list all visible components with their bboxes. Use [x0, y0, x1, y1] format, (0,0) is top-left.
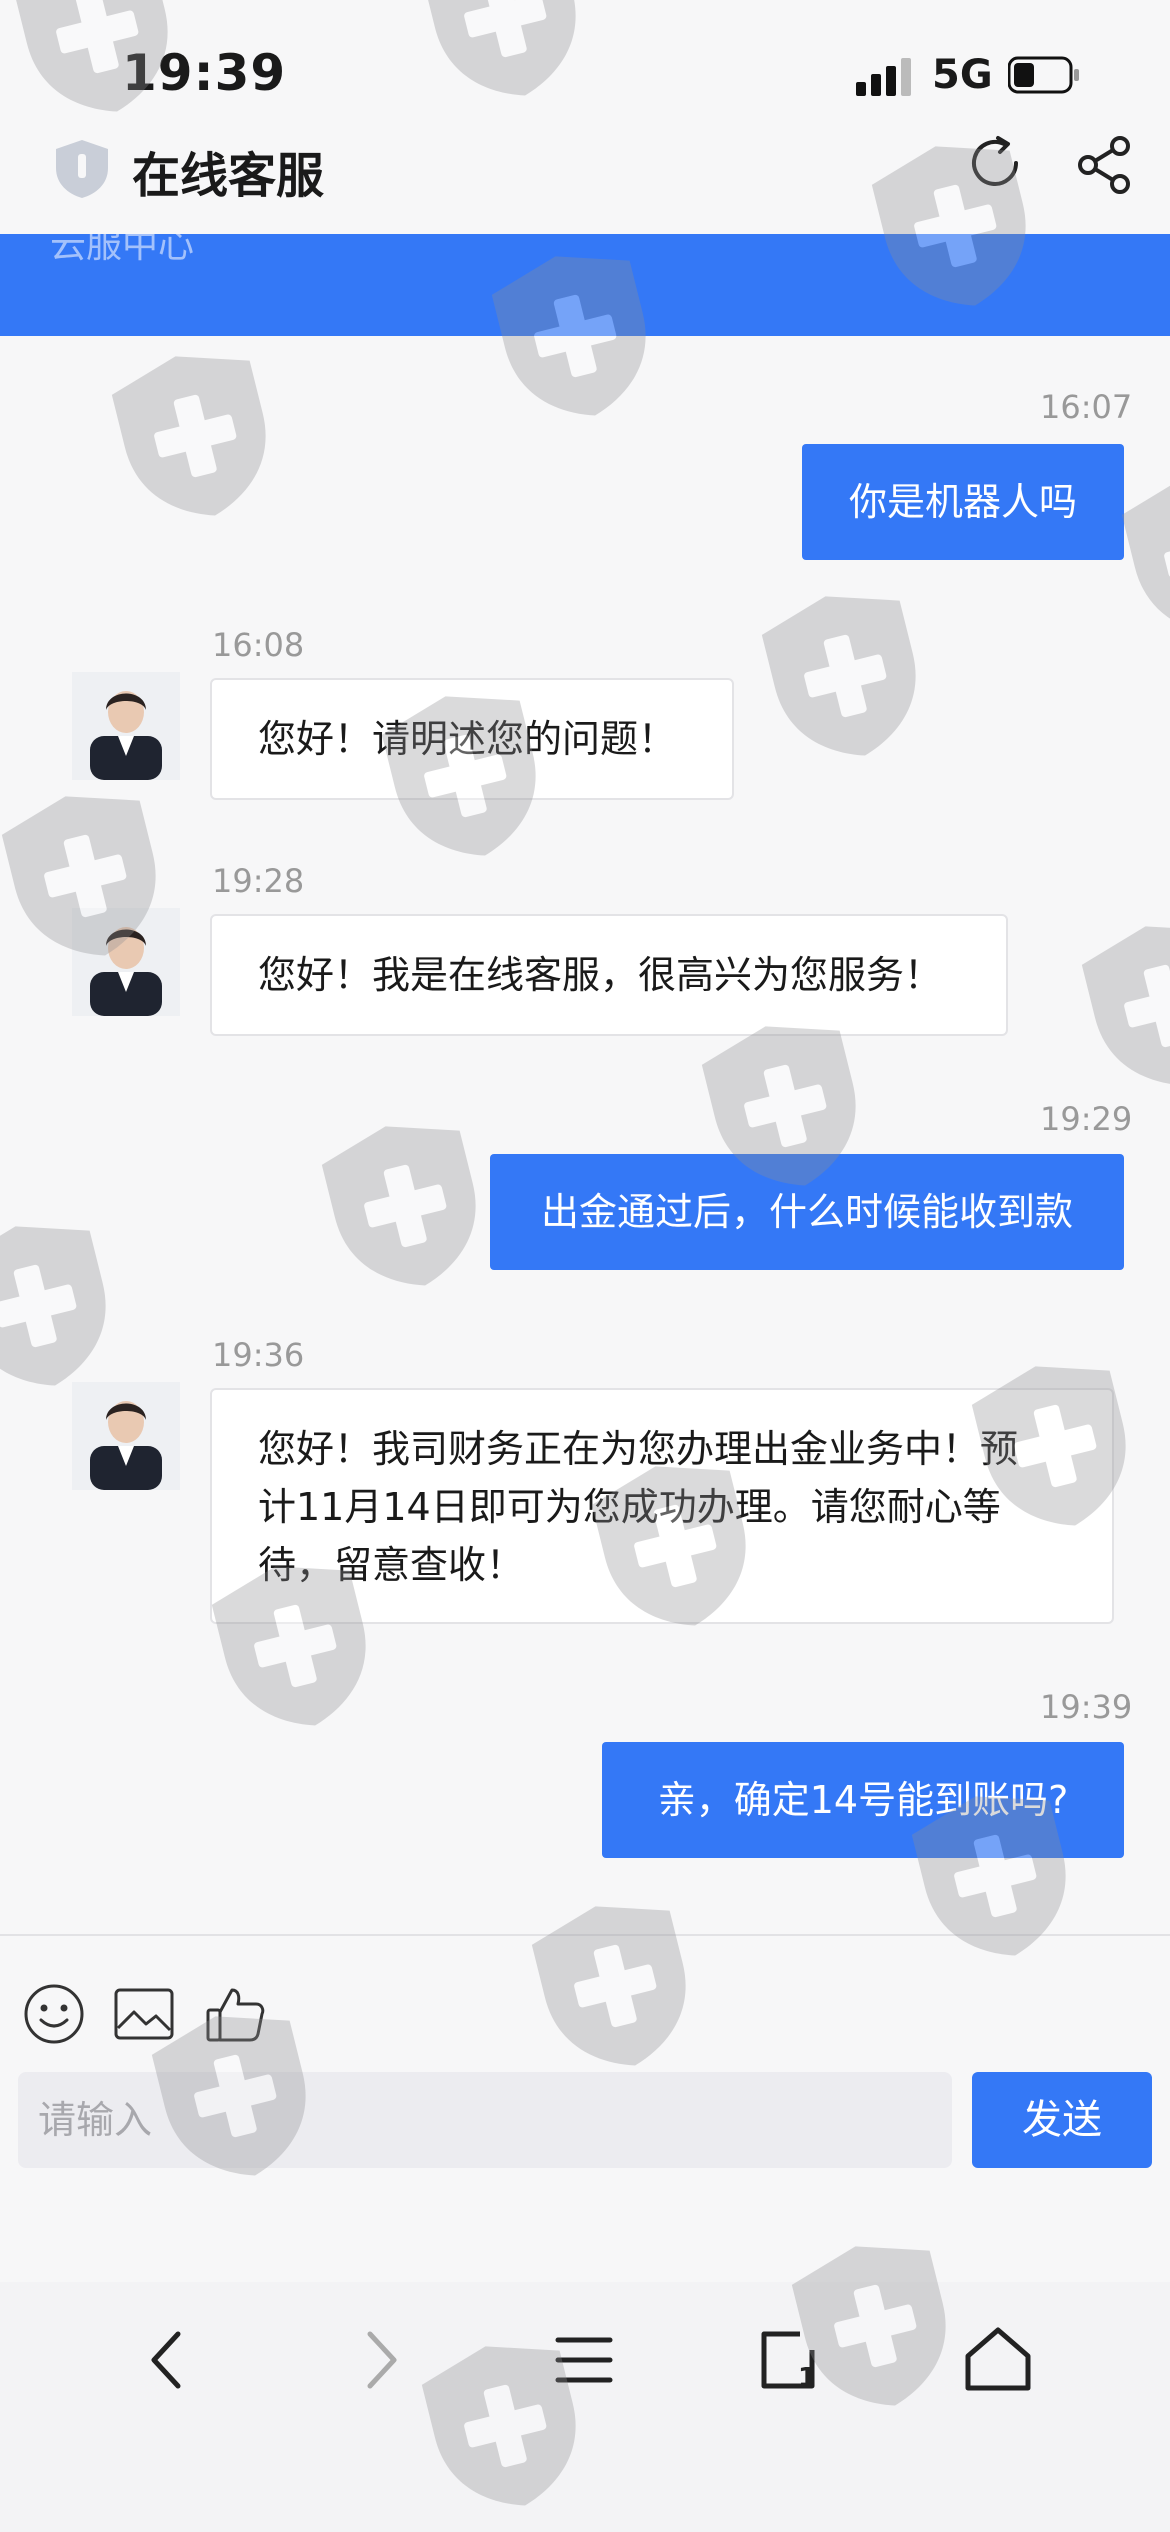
watermark-icon [1076, 909, 1170, 1103]
status-bar: 19:39 5G [0, 0, 1170, 140]
message-timestamp: 16:08 [212, 626, 305, 664]
message-timestamp: 19:28 [212, 862, 305, 900]
message-timestamp: 19:29 [1040, 1100, 1133, 1138]
tabs-icon[interactable]: 1 [752, 2320, 832, 2400]
svg-text:1: 1 [798, 2363, 816, 2393]
agent-avatar [72, 672, 180, 780]
page-title: 在线客服 [132, 148, 325, 204]
composer-divider [0, 1934, 1170, 1936]
message-timestamp: 19:39 [1040, 1688, 1133, 1726]
incoming-message-bubble: 您好！我司财务正在为您办理出金业务中！预 计11月14日即可为您成功办理。请您耐… [210, 1388, 1114, 1624]
clock: 19:39 [122, 44, 287, 102]
signal-icon [856, 58, 911, 96]
incoming-message-bubble: 您好！我是在线客服，很高兴为您服务！ [210, 914, 1008, 1036]
message-timestamp: 19:36 [212, 1336, 305, 1374]
battery-icon [1008, 56, 1079, 94]
outgoing-message-bubble: 亲，确定14号能到账吗? [602, 1742, 1124, 1858]
nav-bar: 在线客服 [0, 120, 1170, 234]
watermark-icon [526, 1889, 704, 2083]
menu-icon[interactable] [544, 2320, 624, 2400]
agent-avatar [72, 1382, 180, 1490]
message-line: 您好！我司财务正在为您办理出金业务中！预 [258, 1427, 1019, 1471]
message-line: 计11月14日即可为您成功办理。请您耐心等 [258, 1485, 1001, 1529]
emoji-icon[interactable] [22, 1982, 86, 2046]
reload-icon[interactable] [964, 132, 1026, 194]
watermark-icon [0, 1209, 124, 1403]
incoming-message-bubble: 您好！请明述您的问题！ [210, 678, 734, 800]
message-input[interactable]: 请输入 [18, 2072, 952, 2168]
thumbs-up-icon[interactable] [204, 1982, 268, 2046]
home-icon[interactable] [958, 2320, 1038, 2400]
image-icon[interactable] [112, 1982, 176, 2046]
message-timestamp: 16:07 [1040, 388, 1133, 426]
send-button[interactable]: 发送 [972, 2072, 1152, 2168]
outgoing-message-bubble: 你是机器人吗 [802, 444, 1124, 560]
watermark-icon [106, 339, 284, 533]
watermark-icon [316, 1109, 494, 1303]
watermark-icon [756, 579, 934, 773]
banner-text: 云服中心 [50, 234, 195, 266]
forward-icon[interactable] [338, 2320, 418, 2400]
network-label: 5G [932, 52, 993, 98]
shield-icon [56, 140, 108, 198]
outgoing-message-bubble: 出金通过后，什么时候能收到款 [490, 1154, 1124, 1270]
back-icon[interactable] [130, 2320, 210, 2400]
share-icon[interactable] [1074, 134, 1136, 196]
agent-avatar [72, 908, 180, 1016]
message-line: 待，留意查收！ [258, 1543, 525, 1587]
header-banner: 云服中心 [0, 234, 1170, 336]
